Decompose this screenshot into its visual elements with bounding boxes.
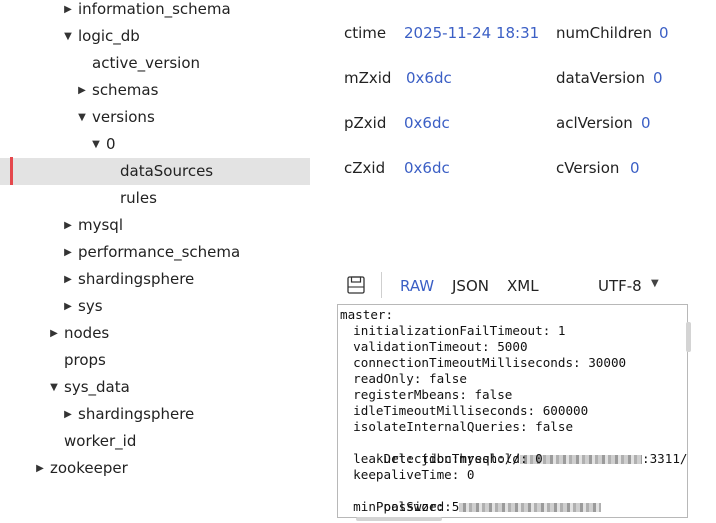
horizontal-scrollbar[interactable]: [356, 517, 442, 521]
tree-item-version-0[interactable]: ▼ 0: [0, 131, 310, 158]
tree-item-label: sys: [78, 297, 103, 315]
tree-item-label: performance_schema: [78, 243, 241, 261]
tree-item-zookeeper[interactable]: ▶ zookeeper: [0, 455, 310, 482]
ctime-value: 2025-11-24 18:31:4(: [404, 24, 538, 42]
caret-right-icon[interactable]: ▶: [62, 266, 74, 293]
encoding-value: UTF-8: [598, 277, 642, 295]
ctime-label: ctime: [344, 24, 387, 42]
tree-item-label: worker_id: [64, 432, 137, 450]
tree-item-label: mysql: [78, 216, 123, 234]
tree-item-label: information_schema: [78, 0, 231, 18]
caret-right-icon[interactable]: ▶: [76, 77, 88, 104]
tree-item-label: dataSources: [120, 162, 214, 180]
code-line: keepaliveTime: 0: [338, 467, 475, 482]
tree-item-datasources[interactable]: dataSources: [0, 158, 310, 185]
pzxid-label: pZxid: [344, 114, 387, 132]
cversion-label: cVersion: [556, 159, 620, 177]
code-line: isolateInternalQueries: false: [338, 419, 574, 434]
dataversion-value: 0: [653, 69, 663, 87]
tree-item-nodes[interactable]: ▶ nodes: [0, 320, 310, 347]
json-view-button[interactable]: JSON: [452, 276, 489, 296]
code-line: readOnly: false: [338, 371, 467, 386]
caret-right-icon[interactable]: ▶: [34, 455, 46, 482]
toolbar-divider: [381, 272, 382, 298]
code-line: master:: [340, 307, 394, 322]
caret-right-icon[interactable]: ▶: [62, 401, 74, 428]
tree-item-schemas[interactable]: ▶ schemas: [0, 77, 310, 104]
tree-item-mysql[interactable]: ▶ mysql: [0, 212, 310, 239]
code-line-url: url: jdbc:mysql://:3311/t: [338, 435, 688, 466]
tree-item-performance-schema[interactable]: ▶ performance_schema: [0, 239, 310, 266]
chevron-down-icon: ▼: [651, 278, 659, 289]
tree-item-rules[interactable]: rules: [0, 185, 310, 212]
tree-item-sys-data-shardingsphere[interactable]: ▶ shardingsphere: [0, 401, 310, 428]
tree-item-label: props: [64, 351, 106, 369]
redacted-password: [459, 503, 602, 512]
tree-item-sys[interactable]: ▶ sys: [0, 293, 310, 320]
selection-indicator: [10, 157, 13, 185]
xml-view-button[interactable]: XML: [507, 276, 539, 296]
mzxid-label: mZxid: [344, 69, 392, 87]
code-line: idleTimeoutMilliseconds: 600000: [338, 403, 589, 418]
tree-item-label: versions: [92, 108, 155, 126]
code-line: validationTimeout: 5000: [338, 339, 528, 354]
code-line: minPoolSize: 5: [338, 499, 460, 514]
save-icon[interactable]: [347, 276, 365, 294]
caret-right-icon[interactable]: ▶: [62, 293, 74, 320]
tree-item-label: zookeeper: [50, 459, 128, 477]
tree-item-versions[interactable]: ▼ versions: [0, 104, 310, 131]
dataversion-label: dataVersion: [556, 69, 645, 87]
numchildren-label: numChildren: [556, 24, 653, 42]
tree-item-props[interactable]: props: [0, 347, 310, 374]
tree-item-logic-db[interactable]: ▼ logic_db: [0, 23, 310, 50]
tree-item-active-version[interactable]: active_version: [0, 50, 310, 77]
numchildren-value: 0: [659, 24, 669, 42]
caret-right-icon[interactable]: ▶: [62, 239, 74, 266]
caret-down-icon[interactable]: ▼: [62, 23, 74, 50]
tree-item-label: rules: [120, 189, 157, 207]
cversion-value: 0: [630, 159, 640, 177]
tree-item-shardingsphere[interactable]: ▶ shardingsphere: [0, 266, 310, 293]
caret-right-icon[interactable]: ▶: [62, 212, 74, 239]
node-data-editor[interactable]: master: initializationFailTimeout: 1 val…: [337, 304, 688, 518]
mzxid-value: 0x6dc: [406, 69, 452, 87]
aclversion-value: 0: [641, 114, 651, 132]
tree-item-label: shardingsphere: [78, 270, 195, 288]
tree-item-label: sys_data: [64, 378, 130, 396]
czxid-value: 0x6dc: [404, 159, 450, 177]
caret-right-icon[interactable]: ▶: [48, 320, 60, 347]
url-suffix: :3311/t: [642, 451, 688, 466]
code-line: initializationFailTimeout: 1: [338, 323, 566, 338]
aclversion-label: aclVersion: [556, 114, 633, 132]
pzxid-value: 0x6dc: [404, 114, 450, 132]
tree-item-label: 0: [106, 135, 116, 153]
tree-item-sys-data[interactable]: ▼ sys_data: [0, 374, 310, 401]
tree-item-label: active_version: [92, 54, 201, 72]
code-line: leakDetectionThreshold: 0: [338, 451, 543, 466]
encoding-select[interactable]: UTF-8 ▼: [598, 276, 668, 296]
tree-item-label: logic_db: [78, 27, 140, 45]
tree-item-label: shardingsphere: [78, 405, 195, 423]
caret-down-icon[interactable]: ▼: [48, 374, 60, 401]
tree-item-label: schemas: [92, 81, 159, 99]
code-line: registerMbeans: false: [338, 387, 513, 402]
vertical-scrollbar[interactable]: [686, 322, 691, 352]
caret-down-icon[interactable]: ▼: [90, 131, 102, 158]
caret-down-icon[interactable]: ▼: [76, 104, 88, 131]
caret-right-icon[interactable]: ▶: [62, 0, 74, 23]
code-line: connectionTimeoutMilliseconds: 30000: [338, 355, 627, 370]
tree-item-information-schema[interactable]: ▶ information_schema: [0, 0, 310, 23]
code-line-password: password:: [338, 483, 602, 514]
raw-view-button[interactable]: RAW: [400, 276, 434, 296]
tree-item-label: nodes: [64, 324, 110, 342]
czxid-label: cZxid: [344, 159, 386, 177]
tree-item-worker-id[interactable]: worker_id: [0, 428, 310, 455]
